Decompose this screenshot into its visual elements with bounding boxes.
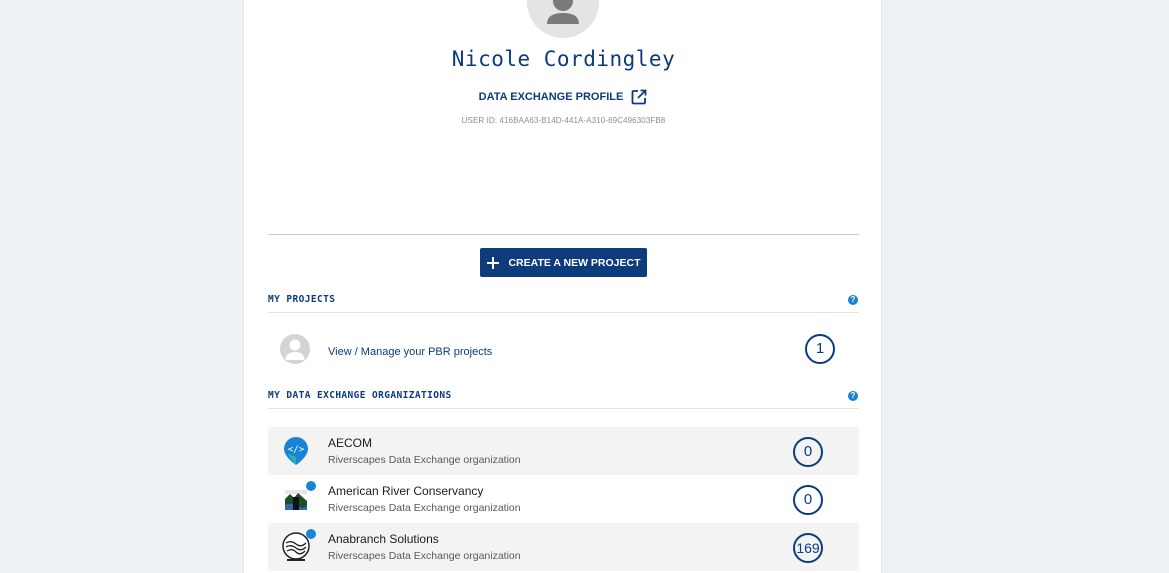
my-orgs-title: MY DATA EXCHANGE ORGANIZATIONS <box>268 390 452 401</box>
help-icon[interactable]: ? <box>848 295 858 305</box>
org-name: Anabranch Solutions <box>328 532 439 546</box>
org-project-count: 0 <box>793 485 823 515</box>
projects-list-item[interactable]: View / Manage your PBR projects 1 <box>268 325 859 373</box>
org-list-item[interactable]: American River Conservancy Riverscapes D… <box>268 475 859 523</box>
my-projects-title: MY PROJECTS <box>268 294 336 305</box>
org-name: American River Conservancy <box>328 484 484 498</box>
external-link-icon <box>631 89 647 105</box>
org-name: AECOM <box>328 436 373 450</box>
profile-card: Nicole Cordingley DATA EXCHANGE PROFILE … <box>243 0 882 573</box>
org-type: Riverscapes Data Exchange organization <box>328 550 521 562</box>
plus-icon <box>487 256 500 269</box>
aecom-logo-icon: </> <box>284 437 308 465</box>
section-divider <box>268 234 859 235</box>
create-project-button[interactable]: CREATE A NEW PROJECT <box>480 248 647 277</box>
project-count: 1 <box>805 334 835 364</box>
org-project-count: 169 <box>793 533 823 563</box>
data-exchange-profile-link[interactable]: DATA EXCHANGE PROFILE <box>244 88 883 106</box>
svg-text:</>: </> <box>288 445 305 455</box>
create-project-label: CREATE A NEW PROJECT <box>508 256 641 269</box>
verified-badge-icon <box>306 481 316 491</box>
verified-badge-icon <box>306 529 316 539</box>
org-list-item[interactable]: Anabranch Solutions Riverscapes Data Exc… <box>268 523 859 571</box>
section-rule <box>268 408 859 409</box>
org-project-count: 0 <box>793 437 823 467</box>
user-avatar <box>527 0 599 38</box>
person-avatar-icon <box>280 334 310 364</box>
org-type: Riverscapes Data Exchange organization <box>328 454 521 466</box>
user-id: USER ID: 416BAA63-B14D-441A-A310-69C4963… <box>461 116 666 125</box>
projects-item-label: View / Manage your PBR projects <box>328 346 493 358</box>
data-exchange-profile-label: DATA EXCHANGE PROFILE <box>478 91 624 103</box>
section-rule <box>268 312 859 313</box>
person-avatar-icon <box>547 0 579 24</box>
help-icon[interactable]: ? <box>848 391 858 401</box>
org-type: Riverscapes Data Exchange organization <box>328 502 521 514</box>
user-name: Nicole Cordingley <box>451 47 676 71</box>
org-list-item[interactable]: </> AECOM Riverscapes Data Exchange orga… <box>268 427 859 475</box>
